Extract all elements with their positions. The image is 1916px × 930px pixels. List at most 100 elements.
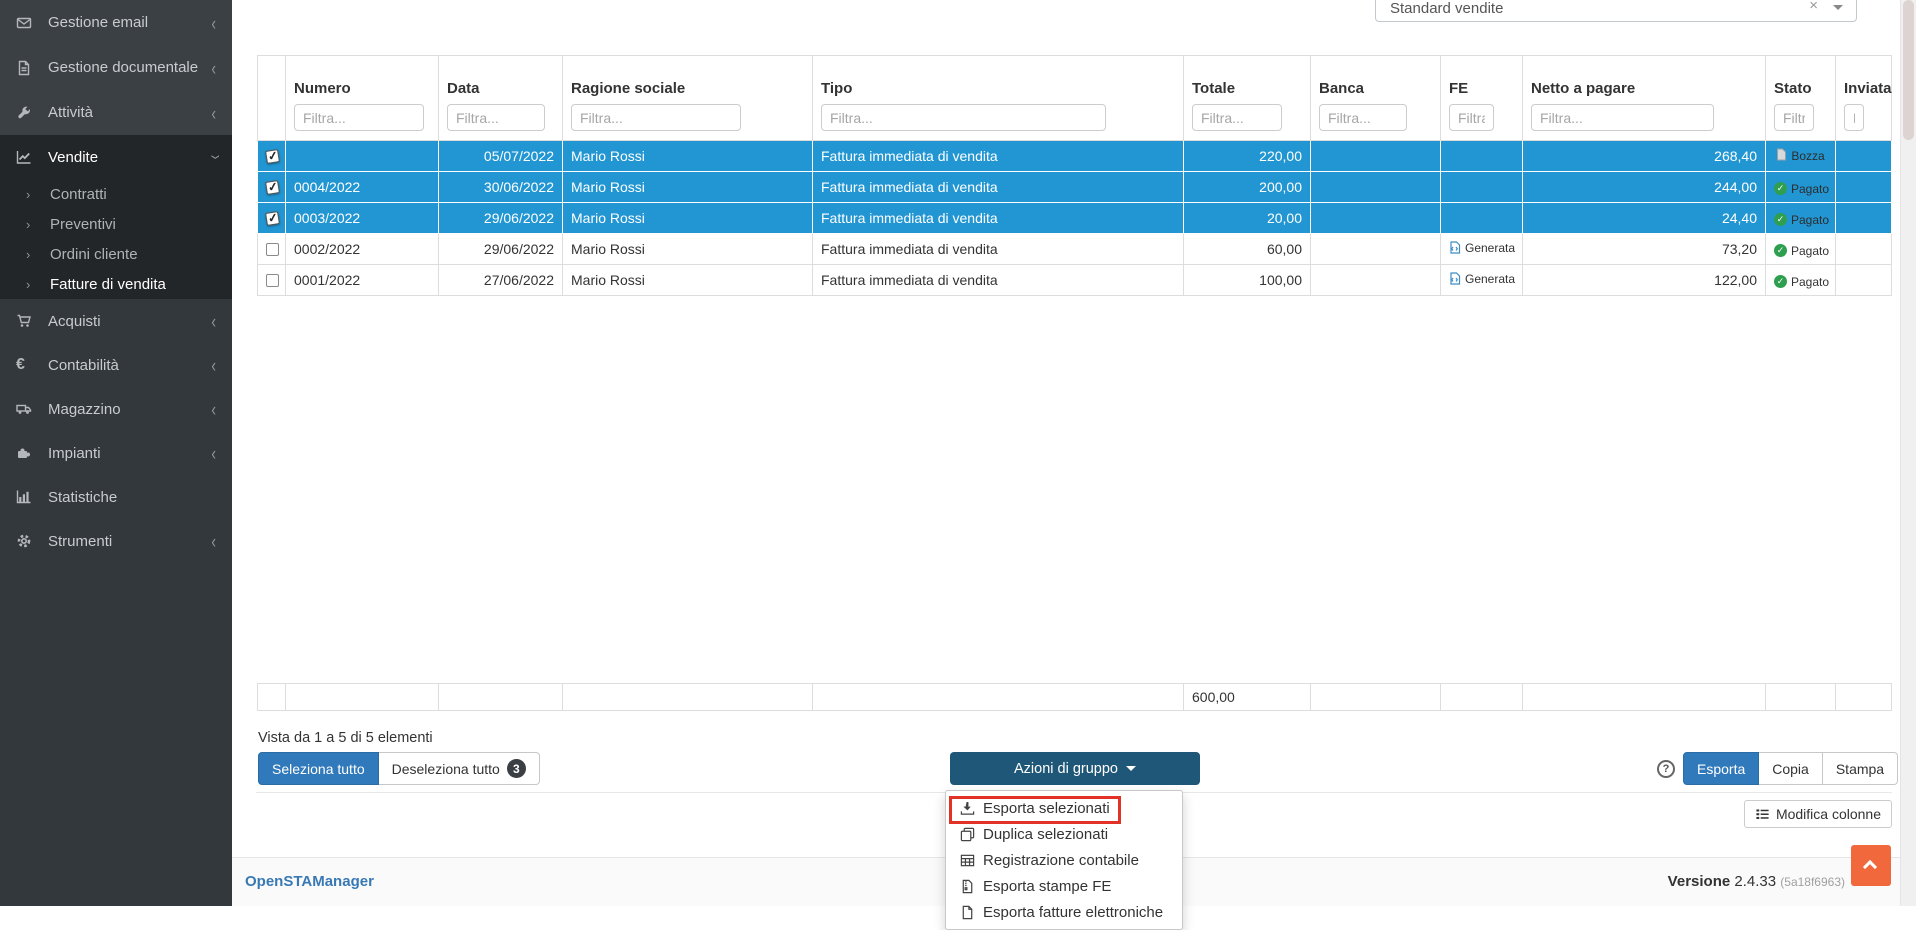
sidebar-subitem-fatture-di-vendita[interactable]: › Fatture di vendita: [0, 269, 232, 299]
filter-input-banca[interactable]: [1319, 104, 1407, 131]
help-icon[interactable]: [1657, 760, 1675, 778]
sidebar-item-magazzino[interactable]: Magazzino ‹: [0, 387, 232, 431]
selected-count-badge: 3: [507, 759, 526, 778]
chevron-down-icon: ‹: [202, 155, 224, 160]
chevron-right-icon: ›: [26, 187, 50, 202]
clear-icon[interactable]: [1809, 0, 1818, 14]
table-grid-icon: [960, 853, 975, 868]
file-archive-icon: [960, 879, 975, 894]
fe-generated-badge: Generata: [1449, 241, 1515, 255]
sidebar-item-impianti[interactable]: Impianti ‹: [0, 431, 232, 475]
status-badge: Pagato: [1774, 275, 1829, 289]
file-xml-icon: [1449, 272, 1461, 285]
chevron-left-icon: ‹: [211, 442, 216, 464]
table-row[interactable]: 0002/2022 29/06/2022 Mario Rossi Fattura…: [258, 234, 1892, 265]
scrollbar-thumb[interactable]: [1903, 0, 1914, 140]
sidebar-item-label: Strumenti: [48, 533, 211, 550]
chevron-left-icon: ‹: [211, 101, 216, 123]
module-select-value: Standard vendite: [1390, 0, 1503, 17]
chevron-left-icon: ‹: [211, 530, 216, 552]
sidebar-item-label: Impianti: [48, 445, 211, 462]
sidebar-subitem-ordini-cliente[interactable]: › Ordini cliente: [0, 239, 232, 269]
sidebar-item-vendite[interactable]: Vendite ‹: [0, 135, 232, 179]
sidebar-subitem-contratti[interactable]: › Contratti: [0, 179, 232, 209]
clone-icon: [960, 827, 975, 842]
table-row[interactable]: 0001/2022 27/06/2022 Mario Rossi Fattura…: [258, 265, 1892, 296]
table-header-row: Numero Data Ragione sociale Tipo: [258, 56, 1892, 141]
sidebar-item-gestione-email[interactable]: Gestione email ‹: [0, 0, 232, 45]
sidebar-item-contabilita[interactable]: Contabilità ‹: [0, 343, 232, 387]
menu-item-duplica-selezionati[interactable]: Duplica selezionati: [946, 821, 1182, 847]
menu-item-esporta-stampe-fe[interactable]: Esporta stampe FE: [946, 873, 1182, 899]
menu-item-registrazione-contabile[interactable]: Registrazione contabile: [946, 847, 1182, 873]
filter-input-fe[interactable]: [1449, 104, 1494, 131]
chevron-left-icon: ‹: [211, 56, 216, 78]
list-columns-icon: [1755, 807, 1770, 822]
sidebar-item-statistiche[interactable]: Statistiche: [0, 475, 232, 519]
sidebar-item-strumenti[interactable]: Strumenti ‹: [0, 519, 232, 563]
table-row[interactable]: 0004/2022 30/06/2022 Mario Rossi Fattura…: [258, 172, 1892, 203]
scroll-to-top-button[interactable]: [1851, 845, 1891, 886]
chevron-up-icon: [1863, 860, 1877, 874]
table-row[interactable]: 05/07/2022 Mario Rossi Fattura immediata…: [258, 141, 1892, 172]
copy-button[interactable]: Copia: [1759, 752, 1823, 785]
status-badge: Pagato: [1774, 182, 1829, 196]
filter-input-stato[interactable]: [1774, 104, 1814, 131]
paid-check-icon: [1774, 182, 1787, 195]
export-button[interactable]: Esporta: [1683, 752, 1759, 785]
menu-item-esporta-selezionati[interactable]: Esporta selezionati: [946, 795, 1182, 821]
filter-input-data[interactable]: [447, 104, 545, 131]
status-badge: Bozza: [1776, 148, 1824, 164]
column-header-stato: Stato: [1766, 56, 1836, 141]
row-checkbox-checked[interactable]: [265, 149, 280, 164]
sidebar-item-attivita[interactable]: Attività ‹: [0, 90, 232, 135]
table-summary-row: 600,00: [257, 683, 1892, 711]
sidebar-item-label: Magazzino: [48, 401, 211, 418]
print-button[interactable]: Stampa: [1823, 752, 1898, 785]
filter-input-netto[interactable]: [1531, 104, 1714, 131]
download-icon: [960, 801, 975, 816]
filter-input-numero[interactable]: [294, 104, 424, 131]
column-header-banca: Banca: [1311, 56, 1441, 141]
sidebar-item-acquisti[interactable]: Acquisti ‹: [0, 299, 232, 343]
header-checkbox-column: [258, 56, 286, 141]
column-header-fe: FE: [1441, 56, 1523, 141]
filter-input-inviata[interactable]: [1844, 104, 1864, 131]
caret-down-icon: [1126, 766, 1136, 771]
paid-check-icon: [1774, 275, 1787, 288]
status-badge: Pagato: [1774, 244, 1829, 258]
puzzle-icon: [16, 445, 42, 461]
row-checkbox[interactable]: [266, 243, 279, 256]
bar-chart-icon: [16, 489, 42, 505]
chevron-right-icon: ›: [26, 247, 50, 262]
fe-generated-badge: Generata: [1449, 272, 1515, 286]
group-actions-button[interactable]: Azioni di gruppo: [950, 752, 1200, 785]
export-buttons: Esporta Copia Stampa: [1683, 752, 1898, 785]
table-row[interactable]: 0003/2022 29/06/2022 Mario Rossi Fattura…: [258, 203, 1892, 234]
file-xml-icon: [1449, 241, 1461, 254]
menu-item-esporta-fatture-elettroniche[interactable]: Esporta fatture elettroniche: [946, 899, 1182, 925]
sidebar-subitem-preventivi[interactable]: › Preventivi: [0, 209, 232, 239]
row-checkbox-checked[interactable]: [265, 180, 280, 195]
row-checkbox[interactable]: [266, 274, 279, 287]
filter-input-totale[interactable]: [1192, 104, 1282, 131]
chevron-left-icon: ‹: [211, 354, 216, 376]
module-select[interactable]: Standard vendite: [1375, 0, 1857, 22]
gear-icon: [16, 533, 42, 549]
sidebar-item-label: Attività: [48, 104, 211, 121]
chevron-left-icon: ‹: [211, 310, 216, 332]
chart-line-icon: [16, 149, 42, 165]
document-icon: [16, 60, 42, 76]
sidebar-item-gestione-documentale[interactable]: Gestione documentale ‹: [0, 45, 232, 90]
filter-input-tipo[interactable]: [821, 104, 1106, 131]
row-checkbox-checked[interactable]: [265, 211, 280, 226]
euro-icon: [16, 356, 42, 374]
chevron-down-icon[interactable]: [1833, 5, 1843, 10]
sidebar-subitem-label: Fatture di vendita: [50, 276, 166, 293]
select-all-button[interactable]: Seleziona tutto: [258, 752, 379, 785]
brand-link[interactable]: OpenSTAManager: [245, 873, 374, 890]
filter-input-ragione-sociale[interactable]: [571, 104, 741, 131]
envelope-icon: [16, 15, 42, 31]
edit-columns-button[interactable]: Modifica colonne: [1744, 800, 1892, 828]
deselect-all-button[interactable]: Deseleziona tutto 3: [379, 752, 540, 785]
